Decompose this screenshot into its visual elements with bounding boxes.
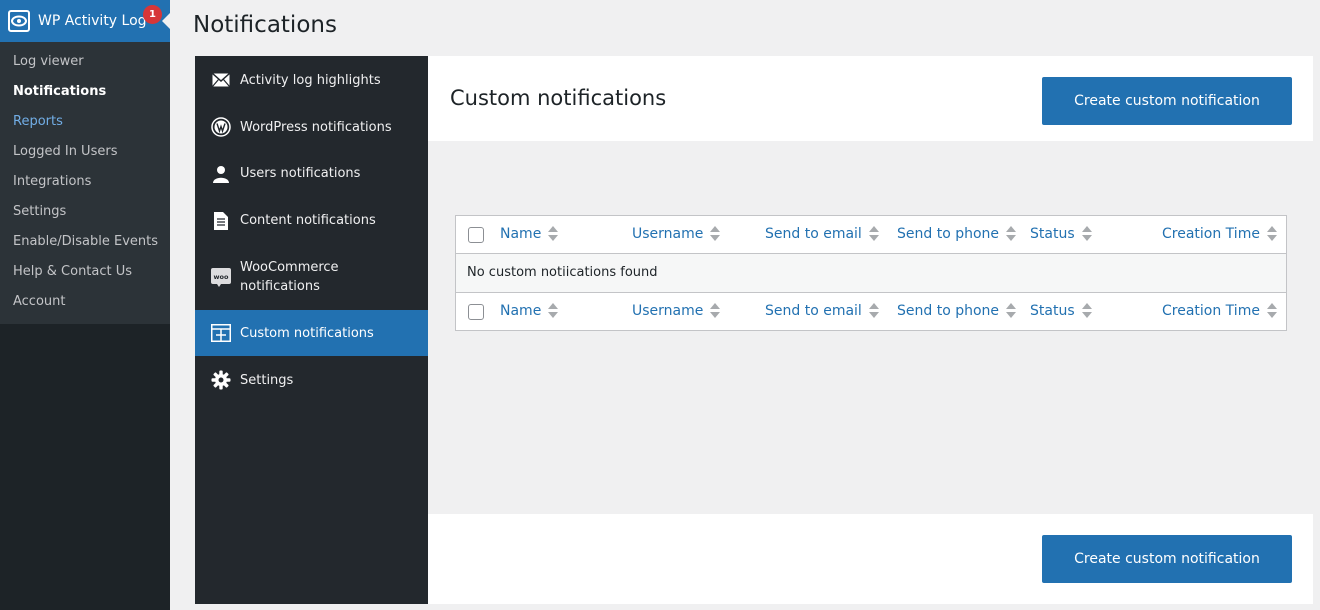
nav-label: Settings [240,372,294,388]
nav-activity-log-highlights[interactable]: Activity log highlights [195,56,428,104]
nav-label: Content notifications [240,213,376,228]
table-footer-row: Name Username Send to email Send to phon… [456,293,1286,331]
nav-settings[interactable]: Settings [195,356,428,404]
nav-users-notifications[interactable]: Users notifications [195,150,428,197]
sort-icon [1081,226,1092,242]
sort-icon [1266,226,1277,242]
column-label: Creation Time [1162,226,1260,242]
nav-custom-notifications[interactable]: Custom notifications [195,310,428,356]
sort-icon [868,226,879,242]
woocommerce-icon: woo [211,267,231,287]
empty-message: No custom notiications found [467,265,658,280]
sort-icon [548,226,559,242]
sort-icon [1266,303,1277,319]
column-username[interactable]: Username [632,226,721,242]
wp-activity-log-menu[interactable]: WP Activity Log 1 [0,0,170,42]
sort-icon [1006,303,1017,319]
submenu-notifications[interactable]: Notifications [0,76,170,106]
content-footer: Create custom notification [428,514,1313,604]
nav-label: WooCommerce notifications [240,260,339,294]
plugin-submenu: Log viewer Notifications Reports Logged … [0,42,170,324]
submenu-logged-in-users[interactable]: Logged In Users [0,136,170,166]
submenu-account[interactable]: Account [0,286,170,316]
column-label: Send to email [765,303,862,319]
nav-label: WordPress notifications [240,119,392,135]
plugin-title: WP Activity Log [38,13,147,29]
submenu-reports[interactable]: Reports [0,106,170,136]
column-label: Status [1030,226,1075,242]
column-label: Username [632,303,704,319]
table-header-row: Name Username Send to email Send to phon… [456,216,1286,254]
sort-icon [710,226,721,242]
column-label: Send to phone [897,303,1000,319]
column-status[interactable]: Status [1030,303,1092,319]
column-name[interactable]: Name [500,303,559,319]
nav-woocommerce-notifications[interactable]: woo WooCommerce notifications [195,244,428,310]
notifications-side-nav: Activity log highlights WordPress notifi… [195,56,428,604]
column-send-to-phone[interactable]: Send to phone [897,303,1017,319]
document-icon [211,211,231,231]
column-name[interactable]: Name [500,226,559,242]
nav-label: Custom notifications [240,325,374,341]
custom-notifications-table: Name Username Send to email Send to phon… [455,215,1287,331]
column-label: Name [500,226,542,242]
notification-badge: 1 [143,5,162,24]
column-creation-time[interactable]: Creation Time [1162,226,1277,242]
notifications-panel: Activity log highlights WordPress notifi… [195,56,1313,604]
column-status[interactable]: Status [1030,226,1092,242]
nav-label: Users notifications [240,166,361,181]
user-icon [211,164,231,184]
page-title: Notifications [193,12,337,38]
column-send-to-phone[interactable]: Send to phone [897,226,1017,242]
wp-activity-log-logo-icon [8,10,30,32]
section-heading: Custom notifications [450,86,667,110]
wordpress-icon [211,117,231,137]
sort-icon [868,303,879,319]
column-label: Send to phone [897,226,1000,242]
column-label: Name [500,303,542,319]
svg-text:woo: woo [214,273,229,281]
submenu-enable-disable-events[interactable]: Enable/Disable Events [0,226,170,256]
submenu-log-viewer[interactable]: Log viewer [0,46,170,76]
create-custom-notification-button-bottom[interactable]: Create custom notification [1042,535,1292,583]
sort-icon [710,303,721,319]
submenu-settings[interactable]: Settings [0,196,170,226]
select-all-checkbox-top[interactable] [468,227,484,243]
custom-table-icon [211,323,231,343]
submenu-help-contact[interactable]: Help & Contact Us [0,256,170,286]
content-header: Custom notifications Create custom notif… [428,56,1313,141]
column-label: Username [632,226,704,242]
column-creation-time[interactable]: Creation Time [1162,303,1277,319]
custom-notifications-content: Custom notifications Create custom notif… [428,56,1313,604]
gear-icon [211,370,231,390]
current-menu-arrow [162,13,170,29]
column-label: Status [1030,303,1075,319]
sort-icon [548,303,559,319]
admin-sidebar: WP Activity Log 1 Log viewer Notificatio… [0,0,170,610]
column-label: Send to email [765,226,862,242]
column-label: Creation Time [1162,303,1260,319]
create-custom-notification-button-top[interactable]: Create custom notification [1042,77,1292,125]
sort-icon [1081,303,1092,319]
column-send-to-email[interactable]: Send to email [765,226,879,242]
select-all-checkbox-bottom[interactable] [468,304,484,320]
submenu-integrations[interactable]: Integrations [0,166,170,196]
column-username[interactable]: Username [632,303,721,319]
sort-icon [1006,226,1017,242]
nav-content-notifications[interactable]: Content notifications [195,197,428,244]
column-send-to-email[interactable]: Send to email [765,303,879,319]
envelope-icon [211,70,231,90]
table-empty-row: No custom notiications found [456,254,1286,293]
nav-label: Activity log highlights [240,72,381,88]
nav-wordpress-notifications[interactable]: WordPress notifications [195,104,428,150]
